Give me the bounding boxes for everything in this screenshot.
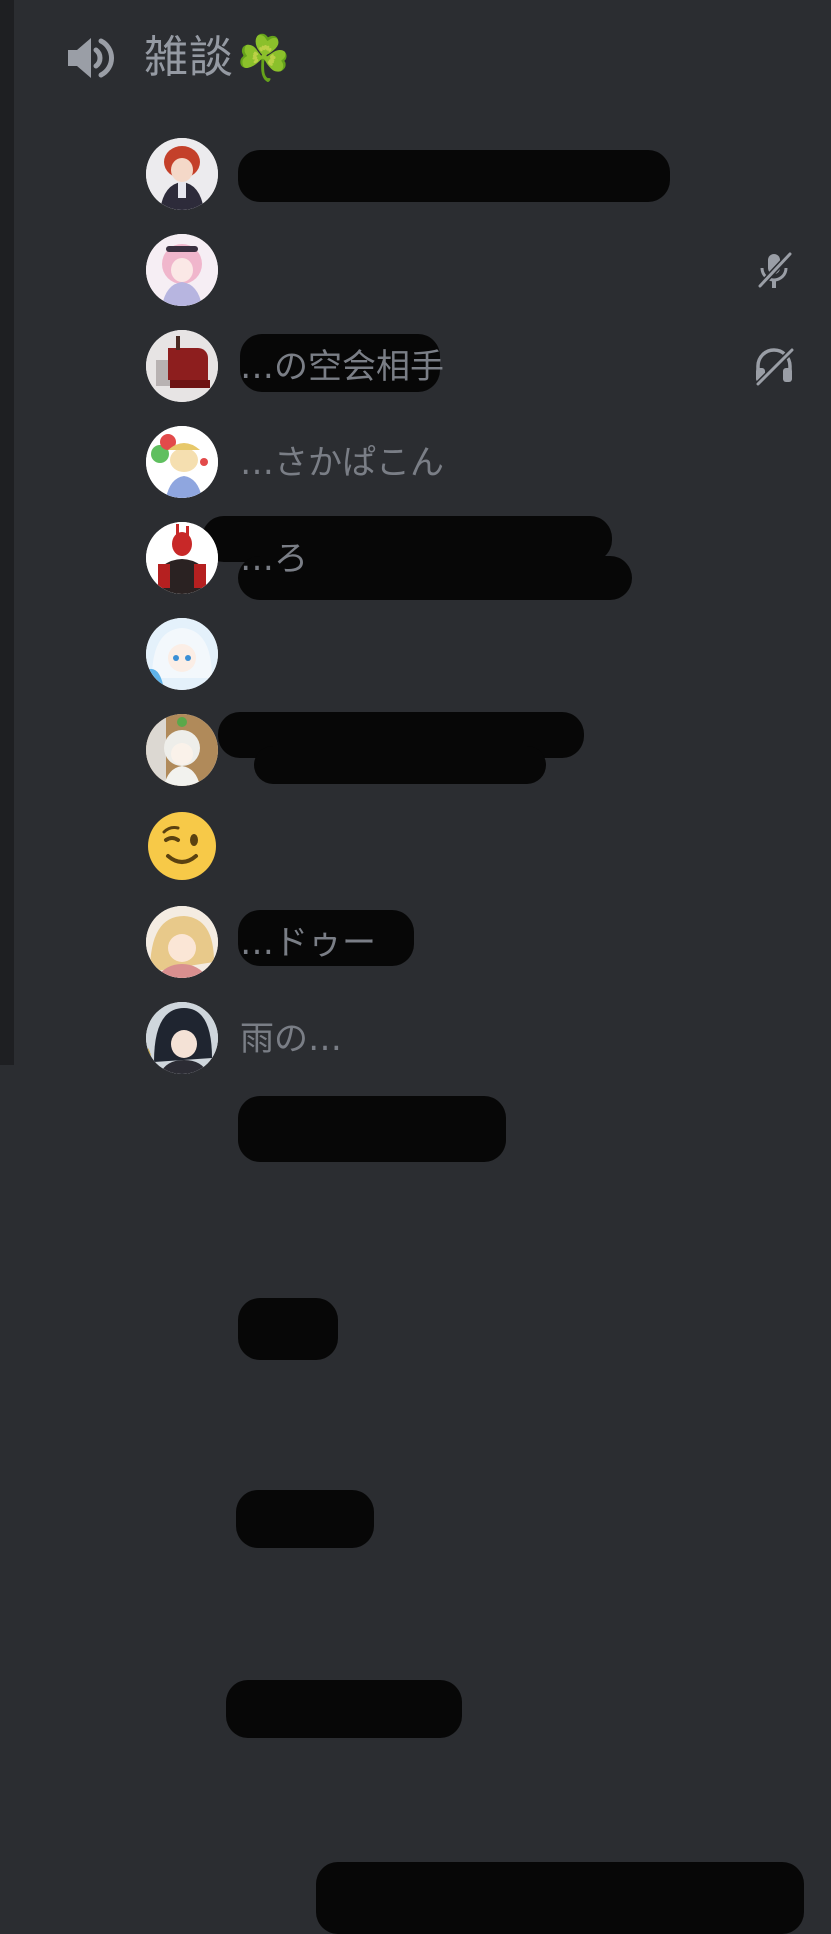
white-hair-girl-avatar-icon (146, 714, 218, 786)
avatar[interactable] (146, 426, 218, 498)
redaction-mark (238, 150, 670, 202)
member-name: …の空会相手 (240, 347, 444, 387)
avatar[interactable] (146, 906, 218, 978)
voice-member[interactable] (146, 234, 831, 392)
dark-armor-avatar-icon (146, 522, 218, 594)
voice-member[interactable] (146, 618, 831, 1162)
voice-member[interactable]: … (146, 138, 831, 234)
voice-channel-header[interactable]: 雑談 ☘️ (66, 28, 291, 88)
voice-member[interactable] (146, 810, 831, 1548)
avatar[interactable] (146, 234, 218, 306)
balloon-character-avatar-icon (146, 426, 218, 498)
clover-emoji-icon: ☘️ (236, 33, 291, 84)
voice-member[interactable]: …さかぱこん (146, 426, 831, 784)
headphones-deafened-icon (755, 347, 795, 387)
redaction-mark (238, 1096, 506, 1162)
winking-face-emoji-icon (148, 812, 216, 880)
voice-member[interactable]: …ドゥー (146, 906, 831, 1738)
dark-hair-boy-avatar-icon (146, 1002, 218, 1074)
avatar[interactable] (146, 1002, 218, 1074)
blue-hair-girl-avatar-icon (146, 618, 218, 690)
avatar[interactable] (146, 522, 218, 594)
redaction-mark (316, 1862, 804, 1934)
avatar[interactable] (146, 810, 218, 882)
mic-muted-icon (757, 251, 793, 289)
blonde-girl-avatar-icon (146, 906, 218, 978)
server-sidebar-edge (0, 0, 14, 1065)
avatar[interactable] (146, 714, 218, 786)
red-chair-avatar-icon (146, 330, 218, 402)
member-name: …さかぱこん (240, 443, 444, 483)
voice-member[interactable]: …ろ (146, 522, 831, 966)
avatar[interactable] (146, 138, 218, 210)
avatar[interactable] (146, 618, 218, 690)
pink-hair-girl-avatar-icon (146, 234, 218, 306)
member-name: 雨の… (240, 1019, 342, 1059)
red-hair-boy-avatar-icon (146, 138, 218, 210)
avatar[interactable] (146, 330, 218, 402)
member-name: …ろ (240, 539, 308, 579)
redaction-mark (226, 1680, 462, 1738)
channel-name: 雑談 (144, 32, 234, 83)
voice-member-list: … …の空会相手 (146, 138, 831, 1934)
voice-member[interactable]: …の空会相手 (146, 330, 831, 600)
speaker-icon (68, 38, 115, 78)
redaction-mark (238, 1298, 338, 1360)
member-name: …ドゥー (240, 923, 376, 963)
redaction-mark (236, 1490, 374, 1548)
voice-member[interactable]: 雨の… (146, 1002, 831, 1934)
voice-member[interactable] (146, 714, 831, 1360)
